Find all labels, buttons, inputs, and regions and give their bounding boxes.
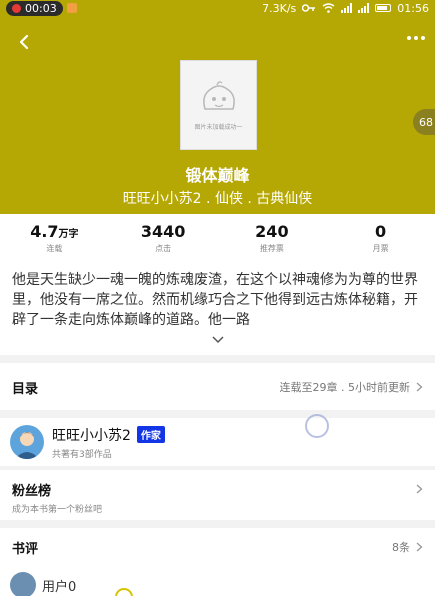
more-options-icon[interactable] — [407, 36, 425, 40]
chevron-right-icon — [416, 542, 423, 552]
chevron-right-icon — [416, 484, 423, 494]
fans-subtitle: 成为本书第一个粉丝吧 — [12, 505, 103, 515]
author-card[interactable]: 旺旺小小苏2 作家 共著有3部作品 — [10, 424, 425, 460]
book-header: 图片未加载成功一 68 锻体巅峰 旺旺小小苏2 . 仙侠 . 古典仙侠 — [0, 16, 435, 214]
placeholder-mascot-icon — [202, 81, 235, 110]
record-icon — [12, 3, 21, 13]
user-avatar[interactable] — [10, 572, 36, 596]
review-item[interactable]: 用户0 — [10, 572, 76, 596]
book-meta[interactable]: 旺旺小小苏2 . 仙侠 . 古典仙侠 — [0, 188, 435, 208]
app-notification-icon — [66, 3, 77, 13]
author-works-count: 共著有3部作品 — [52, 449, 112, 460]
battery-icon — [375, 4, 392, 12]
touch-indicator — [115, 588, 133, 596]
record-timer: 00:03 — [25, 1, 57, 15]
person-icon — [15, 432, 39, 459]
expand-chevron-icon[interactable] — [212, 334, 224, 344]
review-user-name: 用户0 — [42, 579, 77, 595]
touch-indicator — [305, 414, 329, 438]
fans-title: 粉丝榜 — [12, 483, 52, 499]
section-divider — [0, 410, 435, 418]
book-stats: 4.7万字 连载 3440 点击 240 推荐票 0 月票 — [0, 222, 435, 262]
screen-record-pill[interactable]: 00:03 — [6, 0, 63, 16]
book-cover[interactable]: 图片未加载成功一 — [180, 60, 257, 150]
author-badge: 作家 — [136, 426, 165, 443]
book-title: 锻体巅峰 — [185, 166, 250, 185]
signal-icon — [341, 3, 353, 13]
stat-recommend-votes: 240 推荐票 — [255, 222, 289, 253]
catalog-title: 目录 — [12, 381, 39, 397]
section-divider — [0, 466, 435, 470]
stat-clicks: 3440 点击 — [140, 222, 186, 253]
status-bar: 00:03 7.3K/s 01:56 — [0, 0, 435, 16]
signal-2-icon — [358, 3, 370, 13]
cover-caption: 图片未加载成功一 — [194, 124, 243, 131]
author-name: 旺旺小小苏2 — [52, 427, 131, 444]
network-speed: 7.3K/s — [262, 1, 297, 15]
section-divider — [0, 355, 435, 363]
chevron-right-icon — [416, 382, 423, 392]
side-floating-badge[interactable]: 68 — [413, 109, 435, 135]
author-avatar[interactable] — [10, 425, 44, 459]
back-icon[interactable] — [14, 32, 34, 52]
reviews-title: 书评 — [12, 541, 39, 557]
fans-row[interactable]: 粉丝榜 — [0, 478, 435, 500]
reviews-count: 8条 — [392, 541, 410, 554]
section-divider — [0, 520, 435, 528]
reviews-row[interactable]: 书评 8条 — [0, 536, 435, 558]
catalog-row[interactable]: 目录 连载至29章 . 5小时前更新 — [0, 372, 435, 402]
wifi-icon — [322, 3, 335, 13]
book-intro[interactable]: 他是天生缺少一魂一魄的炼魂废渣，在这个以神魂修为为尊的世界里，他没有一席之位。然… — [12, 270, 424, 330]
stat-monthly-votes: 0 月票 — [372, 222, 389, 253]
clock: 01:56 — [397, 1, 429, 15]
key-icon — [302, 4, 316, 12]
stat-word-count: 4.7万字 连载 — [30, 222, 79, 253]
catalog-status: 连载至29章 . 5小时前更新 — [279, 381, 411, 394]
